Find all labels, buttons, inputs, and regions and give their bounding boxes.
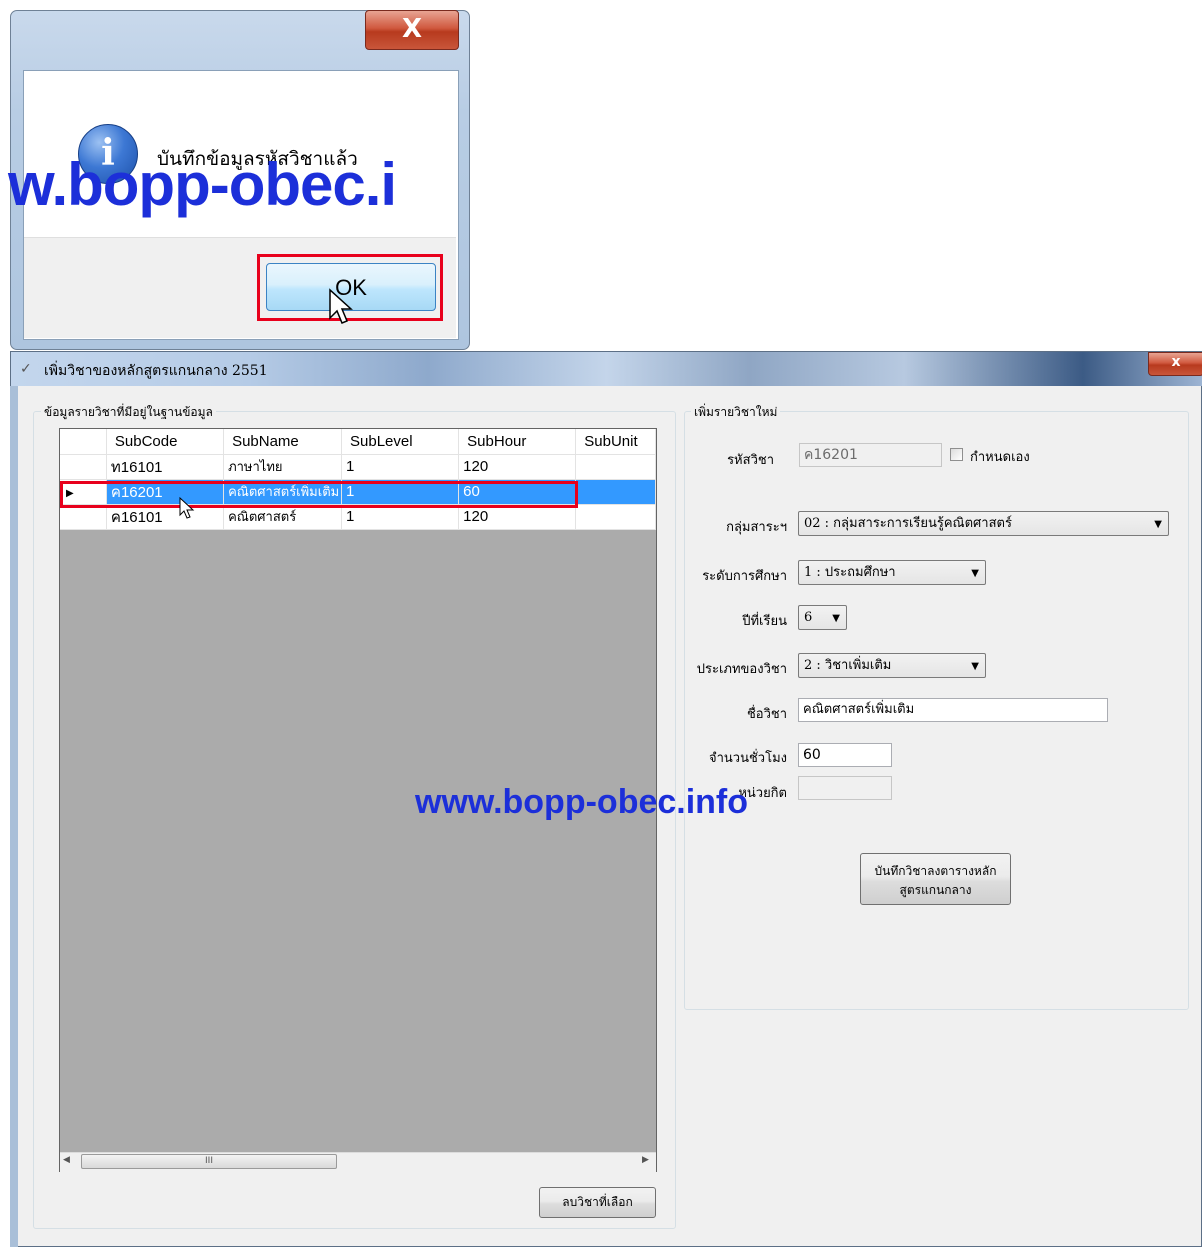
close-icon: X [401, 14, 423, 44]
cell-name[interactable]: ภาษาไทย [223, 454, 343, 480]
highlight-selected-row [60, 481, 578, 508]
column-subunit[interactable]: SubUnit [575, 429, 656, 455]
chevron-down-icon: ▼ [1154, 519, 1162, 530]
column-subhour[interactable]: SubHour [458, 429, 577, 455]
row-header-corner [60, 429, 107, 455]
cell-hour[interactable]: 120 [458, 454, 577, 480]
credit-field[interactable] [798, 776, 892, 800]
cell-unit[interactable] [575, 454, 656, 480]
education-level-label: ระดับการศึกษา [702, 569, 787, 584]
existing-subjects-label: ข้อมูลรายวิชาที่มีอยู่ในฐานข้อมูล [41, 403, 216, 422]
cell-level[interactable]: 1 [341, 454, 460, 480]
chevron-down-icon: ▼ [971, 568, 979, 579]
cell-code[interactable]: ท16101 [106, 454, 225, 480]
subject-type-select[interactable]: 2 : วิชาเพิ่มเติม ▼ [798, 653, 986, 678]
subject-name-field[interactable]: คณิตศาสตร์เพิ่มเติม [798, 698, 1108, 722]
subject-name-label: ชื่อวิชา [746, 707, 787, 722]
hours-label: จำนวนชั่วโมง [708, 751, 787, 766]
study-year-select[interactable]: 6 ▼ [798, 605, 847, 630]
window-frame [10, 386, 18, 1247]
grid-header-row: SubCode SubName SubLevel SubHour SubUnit [60, 429, 656, 455]
mouse-cursor-icon [179, 496, 195, 519]
learning-area-select[interactable]: 02 : กลุ่มสาระการเรียนรู้คณิตศาสตร์ ▼ [798, 511, 1169, 536]
chevron-down-icon: ▼ [832, 613, 840, 624]
message-close-button[interactable]: X [365, 10, 459, 50]
mouse-cursor-icon [329, 288, 353, 324]
learning-area-label: กลุ่มสาระฯ [726, 520, 787, 535]
scroll-left-icon[interactable]: ◀ [63, 1155, 70, 1165]
custom-code-checkbox[interactable] [950, 448, 963, 461]
column-sublevel[interactable]: SubLevel [341, 429, 460, 455]
cell-unit[interactable] [575, 479, 656, 505]
chevron-down-icon: ▼ [971, 661, 979, 672]
save-subject-button[interactable]: บันทึกวิชาลงตารางหลัก สูตรแกนกลาง [860, 853, 1011, 905]
row-header[interactable] [60, 454, 107, 480]
code-field[interactable]: ค16201 [799, 443, 942, 467]
study-year-label: ปีที่เรียน [742, 614, 787, 629]
watermark: www.bopp-obec.info [415, 783, 749, 821]
close-icon: x [1171, 354, 1181, 370]
cell-unit[interactable] [575, 504, 656, 530]
hours-field[interactable]: 60 [798, 743, 892, 767]
scrollbar-thumb[interactable]: III [81, 1154, 337, 1169]
custom-code-label: กำหนดเอง [970, 450, 1030, 465]
watermark: w.bopp-obec.i [8, 151, 397, 218]
code-label: รหัสวิชา [727, 453, 774, 468]
subject-type-label: ประเภทของวิชา [696, 662, 787, 677]
column-subcode[interactable]: SubCode [106, 429, 225, 455]
column-subname[interactable]: SubName [223, 429, 343, 455]
delete-selected-button[interactable]: ลบวิชาที่เลือก [539, 1187, 656, 1218]
scroll-right-icon[interactable]: ▶ [642, 1155, 649, 1165]
window-title: เพิ่มวิชาของหลักสูตรแกนกลาง 2551 [44, 363, 268, 379]
app-check-icon: ✓ [20, 361, 32, 377]
education-level-select[interactable]: 1 : ประถมศึกษา ▼ [798, 560, 986, 585]
window-close-button[interactable]: x [1148, 352, 1202, 376]
table-row[interactable]: ท16101 ภาษาไทย 1 120 [60, 454, 656, 480]
new-subject-label: เพิ่มรายวิชาใหม่ [691, 403, 781, 422]
